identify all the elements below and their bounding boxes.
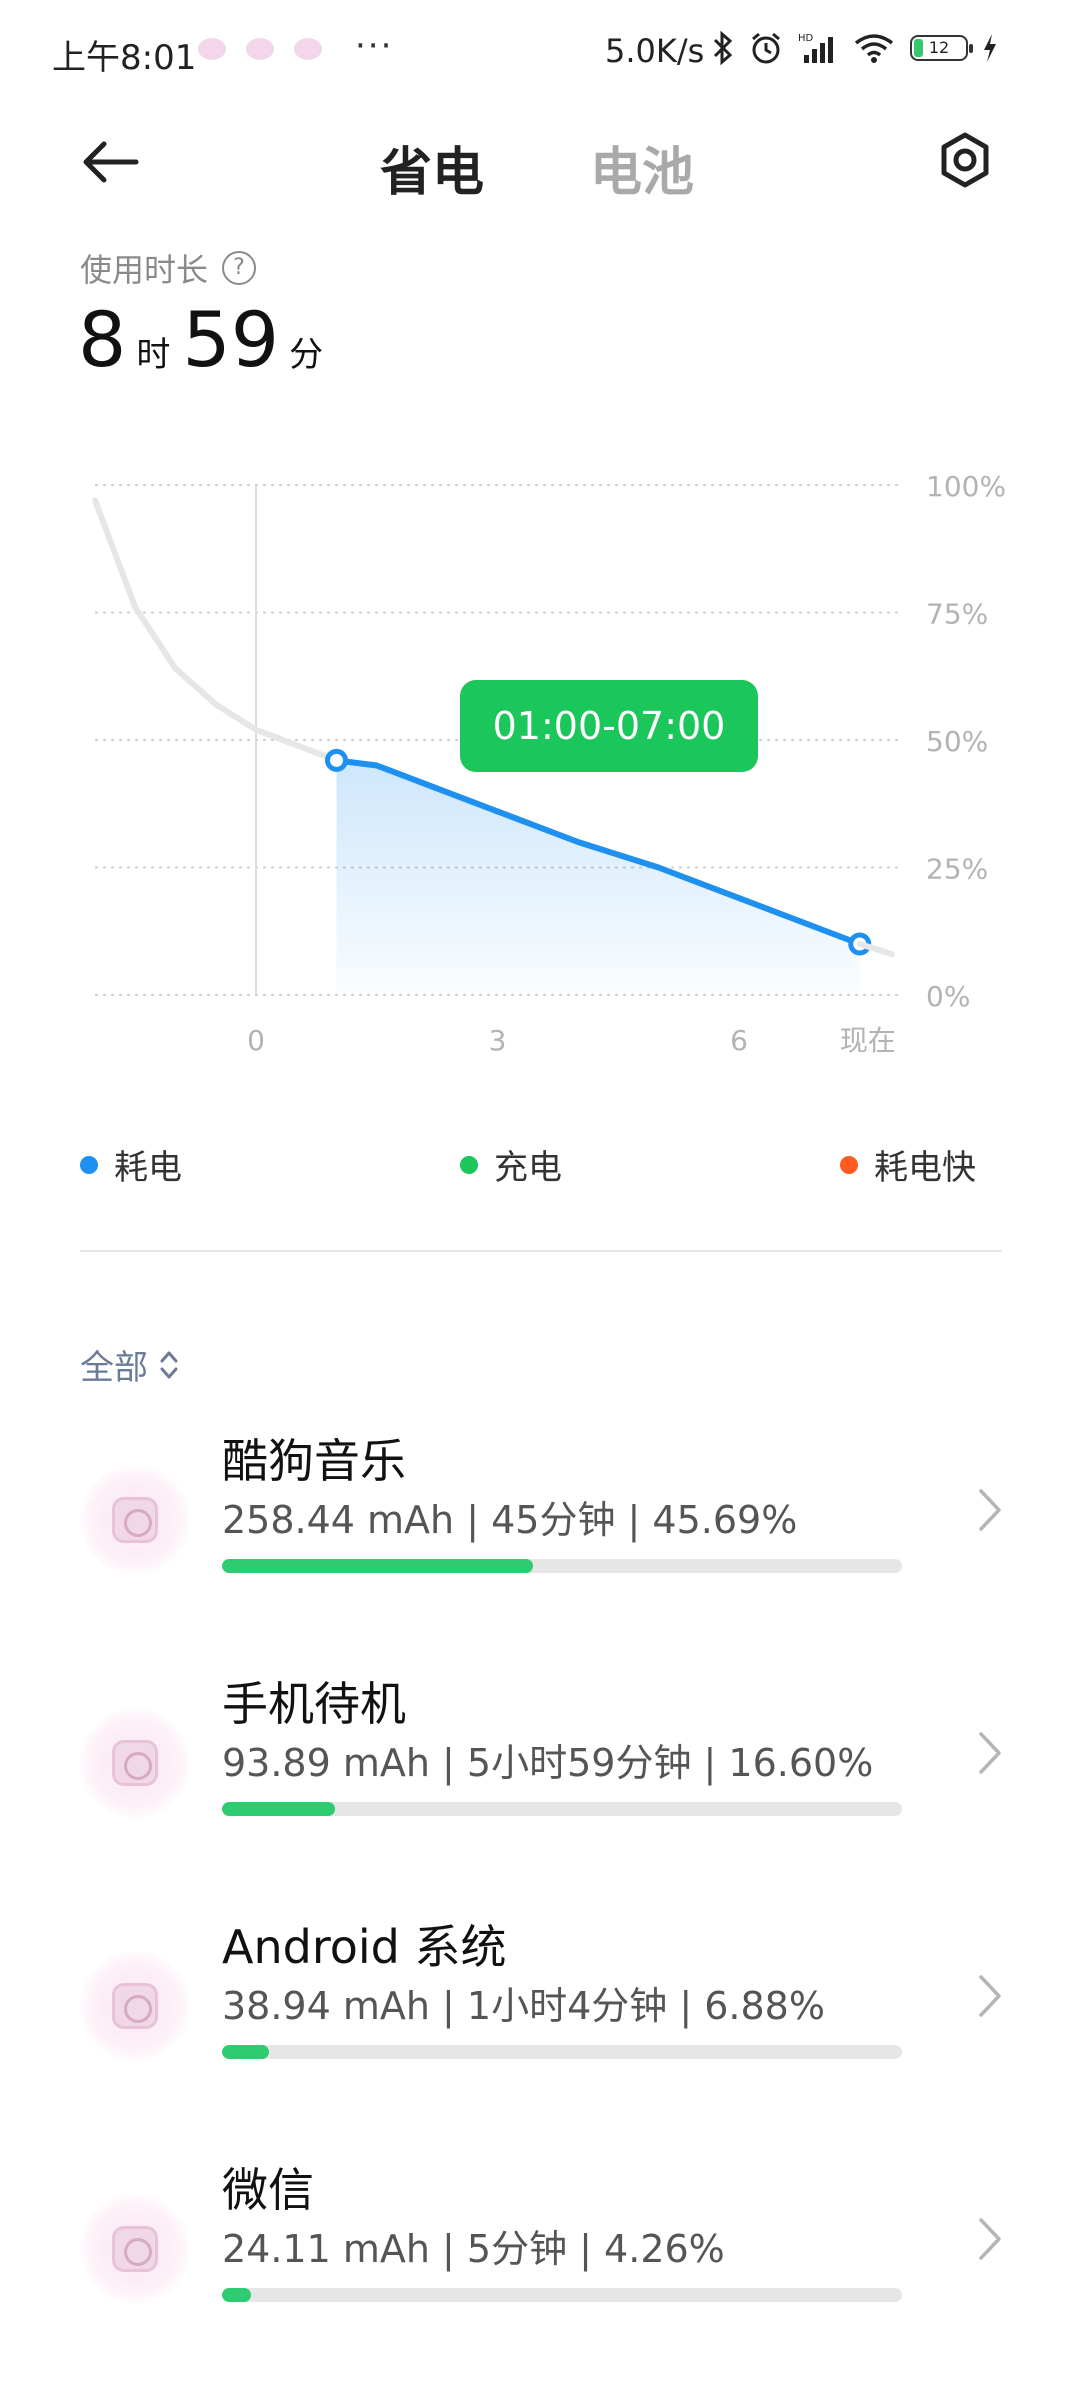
usage-minutes-unit: 分 — [289, 335, 324, 375]
notification-icon — [246, 38, 274, 60]
app-usage-stats: 24.11 mAh | 5分钟 | 4.26% — [222, 2227, 725, 2271]
app-icon — [80, 1951, 190, 2061]
signal-icon: HD — [798, 33, 833, 63]
x-tick-label: 3 — [489, 1024, 507, 1057]
battery-line-unselected — [92, 497, 340, 764]
app-icon — [80, 1465, 190, 1575]
usage-progress-bar — [222, 1559, 902, 1573]
charging-icon — [984, 34, 996, 62]
chevron-right-icon — [979, 1489, 1001, 1531]
legend-dot-icon — [80, 1155, 98, 1174]
legend-item-fast-drain: 耗电快 — [840, 1140, 976, 1189]
status-time: 上午8:01 — [52, 38, 197, 78]
x-tick-label: 6 — [730, 1024, 748, 1057]
app-name: Android 系统 — [222, 1920, 507, 1974]
bluetooth-icon — [713, 31, 733, 65]
usage-duration-value: 8 时 59 分 — [78, 295, 335, 384]
selected-range-area — [336, 760, 860, 995]
sort-chevron-icon — [160, 1351, 178, 1378]
usage-progress-bar — [222, 2288, 902, 2302]
range-handle — [325, 748, 348, 772]
chevron-right-icon — [979, 1732, 1001, 1774]
x-tick-label: 现在 — [840, 1024, 896, 1057]
app-icon — [80, 2194, 190, 2304]
tab-battery[interactable]: 电池 — [590, 130, 694, 205]
network-speed: 5.0K/s — [605, 32, 705, 70]
app-name: 酷狗音乐 — [222, 1434, 406, 1488]
alarm-icon — [752, 32, 780, 64]
usage-duration-label: 使用时长 ? — [80, 245, 257, 291]
legend-item-charge: 充电 — [460, 1140, 562, 1189]
usage-hours: 8 — [78, 295, 127, 384]
back-button[interactable] — [80, 132, 150, 192]
chevron-right-icon — [979, 2218, 1001, 2260]
back-arrow-icon — [83, 141, 139, 183]
app-header: 省电 电池 — [0, 110, 1080, 210]
help-icon[interactable]: ? — [222, 251, 257, 285]
legend-item-drain: 耗电 — [80, 1140, 182, 1189]
legend-label: 耗电 — [114, 1148, 182, 1188]
filter-label: 全部 — [80, 1348, 148, 1388]
app-usage-stats: 258.44 mAh | 45分钟 | 45.69% — [222, 1498, 798, 1542]
settings-button[interactable] — [935, 130, 995, 190]
app-name: 微信 — [222, 2163, 314, 2217]
chart-legend: 耗电 充电 耗电快 — [0, 1140, 1080, 1200]
usage-progress-bar — [222, 2045, 902, 2059]
list-item-app[interactable]: 酷狗音乐 258.44 mAh | 45分钟 | 45.69% — [0, 1425, 1080, 1625]
battery-chart[interactable]: 100% 75% 50% 25% 0% 0 3 6 现在 01:00-07:00 — [0, 440, 1080, 1100]
tab-power-saving[interactable]: 省电 — [380, 130, 484, 205]
app-usage-stats: 93.89 mAh | 5小时59分钟 | 16.60% — [222, 1741, 874, 1785]
filter-dropdown[interactable]: 全部 — [80, 1340, 180, 1389]
chevron-right-icon — [979, 1975, 1001, 2017]
chart-time-range-tooltip: 01:00-07:00 — [460, 680, 758, 772]
y-tick-label: 75% — [926, 598, 988, 631]
svg-text:HD: HD — [798, 33, 814, 44]
legend-dot-icon — [460, 1155, 478, 1174]
y-tick-label: 25% — [926, 853, 988, 886]
app-icon — [80, 1708, 190, 1818]
x-tick-label: 0 — [247, 1024, 265, 1057]
status-bar: 上午8:01 ··· 5.0K/s HD 12 — [0, 0, 1080, 100]
legend-dot-icon — [840, 1155, 858, 1174]
usage-hours-unit: 时 — [136, 335, 171, 375]
notification-icon — [198, 38, 226, 60]
divider — [80, 1250, 1002, 1252]
usage-minutes: 59 — [182, 295, 280, 384]
wifi-icon — [854, 34, 894, 63]
usage-progress-bar — [222, 1802, 902, 1816]
y-tick-label: 100% — [926, 470, 1006, 503]
more-notifications-icon: ··· — [355, 26, 394, 66]
usage-label-text: 使用时长 — [80, 251, 209, 289]
list-item-app[interactable]: Android 系统 38.94 mAh | 1小时4分钟 | 6.88% — [0, 1911, 1080, 2111]
list-item-app[interactable]: 微信 24.11 mAh | 5分钟 | 4.26% — [0, 2154, 1080, 2354]
y-tick-label: 50% — [926, 725, 988, 758]
legend-label: 充电 — [494, 1148, 562, 1188]
legend-label: 耗电快 — [874, 1148, 976, 1188]
y-tick-label: 0% — [926, 980, 970, 1013]
list-item-app[interactable]: 手机待机 93.89 mAh | 5小时59分钟 | 16.60% — [0, 1668, 1080, 1868]
gear-icon — [941, 132, 989, 188]
app-usage-stats: 38.94 mAh | 1小时4分钟 | 6.88% — [222, 1984, 825, 2028]
app-name: 手机待机 — [222, 1677, 406, 1731]
battery-icon: 12 — [910, 35, 973, 61]
notification-icon — [294, 38, 322, 60]
status-icons: HD 12 — [712, 30, 998, 66]
